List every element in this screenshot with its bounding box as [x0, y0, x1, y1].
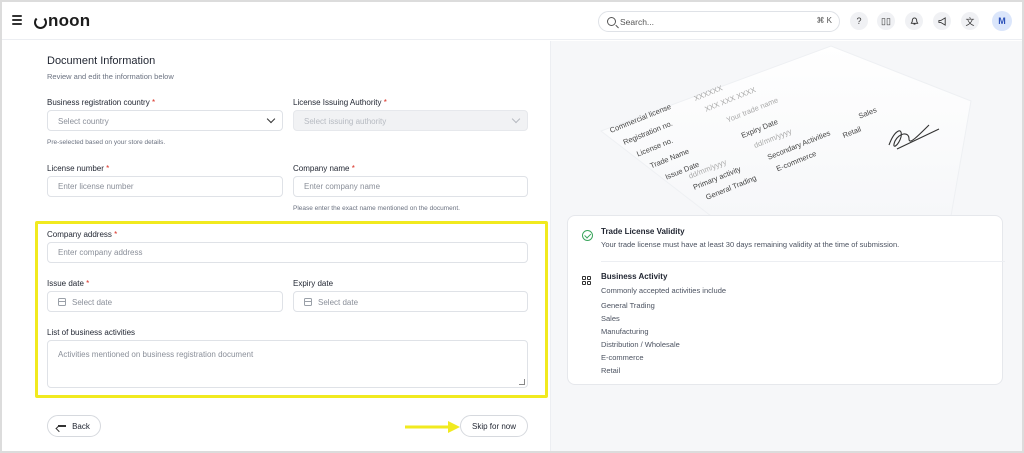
menu-icon[interactable]	[12, 15, 22, 25]
license-authority-select[interactable]: Select issuing authority	[293, 110, 528, 131]
activity-desc: Commonly accepted activities include	[601, 286, 727, 295]
business-country-hint: Pre-selected based on your store details…	[47, 139, 166, 146]
info-panel: Commercial license Registration no. Lice…	[551, 41, 1022, 451]
search-icon	[607, 17, 616, 26]
issue-date-label: Issue date *	[47, 279, 90, 288]
list-item: General Trading	[601, 301, 655, 310]
list-item: Distribution / Wholesale	[601, 340, 680, 349]
info-card: Trade License Validity Your trade licens…	[567, 215, 1005, 385]
megaphone-icon[interactable]	[933, 12, 951, 30]
translate-icon[interactable]: 文	[961, 12, 979, 30]
license-authority-label: License Issuing Authority *	[293, 98, 387, 107]
business-country-select[interactable]: Select country	[47, 110, 283, 131]
search-box[interactable]: ⌘ K	[598, 11, 840, 32]
business-country-label: Business registration country *	[47, 98, 156, 107]
check-circle-icon	[582, 230, 593, 241]
arrow-left-icon	[58, 425, 67, 427]
search-input[interactable]	[620, 14, 790, 29]
company-name-hint: Please enter the exact name mentioned on…	[293, 205, 460, 212]
book-icon[interactable]: ▯▯	[877, 12, 895, 30]
resize-grip-icon[interactable]	[519, 379, 525, 385]
license-illustration: Commercial license Registration no. Lice…	[599, 45, 972, 216]
company-address-label: Company address *	[47, 230, 118, 239]
form-subtitle: Review and edit the information below	[47, 72, 174, 81]
license-number-label: License number *	[47, 164, 110, 173]
grid-icon	[582, 276, 591, 285]
search-shortcut: ⌘ K	[816, 16, 832, 25]
list-item: E-commerce	[601, 353, 644, 362]
validity-title: Trade License Validity	[601, 227, 685, 236]
bell-icon[interactable]	[905, 12, 923, 30]
top-bar: noon ⌘ K ? ▯▯ 文 M	[2, 2, 1022, 40]
back-button[interactable]: Back	[47, 415, 101, 437]
list-item: Sales	[601, 314, 620, 323]
company-address-input[interactable]	[47, 242, 528, 263]
card-divider	[601, 261, 1005, 262]
expiry-date-picker[interactable]: Select date	[293, 291, 528, 312]
expiry-date-label: Expiry date	[293, 279, 334, 288]
license-number-input[interactable]	[47, 176, 283, 197]
logo-text: noon	[48, 11, 91, 30]
company-name-label: Company name *	[293, 164, 355, 173]
skip-button[interactable]: Skip for now	[460, 415, 528, 437]
avatar[interactable]: M	[992, 11, 1012, 31]
document-form: Document Information Review and edit the…	[2, 41, 552, 451]
logo-mark-icon	[34, 15, 47, 29]
list-item: Retail	[601, 366, 621, 375]
form-title: Document Information	[47, 55, 156, 67]
calendar-icon	[58, 298, 66, 306]
logo[interactable]: noon	[34, 11, 90, 31]
activity-title: Business Activity	[601, 272, 668, 281]
activities-textarea[interactable]	[47, 340, 528, 388]
company-name-input[interactable]	[293, 176, 528, 197]
validity-desc: Your trade license must have at least 30…	[601, 240, 900, 249]
calendar-icon	[304, 298, 312, 306]
activities-label: List of business activities	[47, 328, 136, 337]
chevron-down-icon	[266, 114, 276, 124]
arrow-right-icon	[405, 421, 460, 433]
list-item: Manufacturing	[601, 327, 649, 336]
help-icon[interactable]: ?	[850, 12, 868, 30]
app-window: noon ⌘ K ? ▯▯ 文 M Document Information R…	[2, 2, 1022, 451]
chevron-down-icon	[511, 114, 521, 124]
issue-date-picker[interactable]: Select date	[47, 291, 283, 312]
